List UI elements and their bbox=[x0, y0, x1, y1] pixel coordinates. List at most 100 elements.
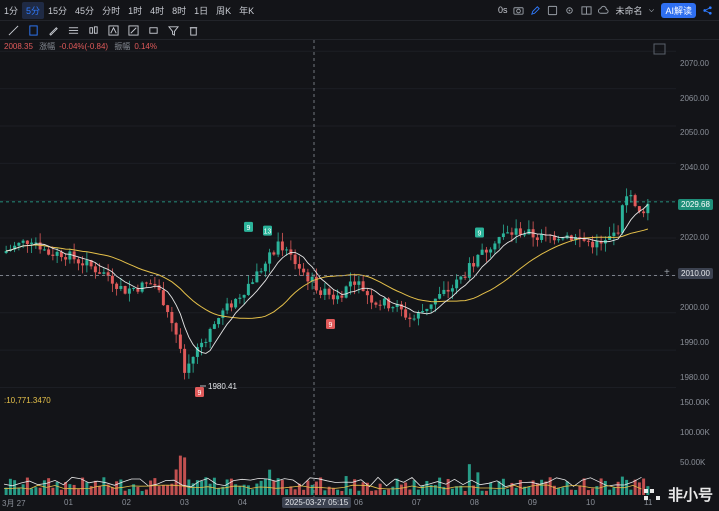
volume-bar bbox=[178, 455, 182, 495]
cursor-icon[interactable] bbox=[28, 24, 39, 36]
timeframe-timeshare[interactable]: 分时 bbox=[98, 4, 124, 17]
candle-body bbox=[586, 240, 590, 242]
volume-bar bbox=[217, 488, 221, 495]
candle-body bbox=[463, 276, 467, 278]
timeframe-4h[interactable]: 4时 bbox=[146, 4, 168, 17]
time-tick: 03 bbox=[180, 498, 189, 507]
candle-body bbox=[625, 196, 629, 206]
candle-body bbox=[489, 249, 493, 253]
timeframe-15m[interactable]: 15分 bbox=[44, 4, 71, 17]
candle-body bbox=[378, 304, 382, 306]
candle-body bbox=[183, 348, 187, 373]
share-icon[interactable] bbox=[702, 5, 713, 16]
volume-bar bbox=[183, 457, 187, 495]
camera-icon[interactable] bbox=[513, 5, 525, 16]
volume-bar bbox=[259, 480, 263, 495]
volume-bar bbox=[484, 490, 488, 495]
volume-bar bbox=[574, 489, 578, 495]
volume-bar bbox=[395, 478, 399, 495]
volume-bar bbox=[616, 481, 620, 495]
text-tool-icon[interactable] bbox=[108, 24, 119, 36]
candle-body bbox=[297, 264, 301, 269]
candle-body bbox=[123, 286, 127, 294]
measure-icon[interactable] bbox=[128, 24, 139, 36]
price-tick: 2060.00 bbox=[680, 94, 709, 103]
timeframe-1d[interactable]: 1日 bbox=[190, 4, 212, 17]
pen-icon[interactable] bbox=[48, 25, 59, 36]
volume-bar bbox=[336, 489, 340, 495]
fibonacci-icon[interactable] bbox=[68, 25, 79, 36]
eraser-icon[interactable] bbox=[148, 25, 159, 36]
candle-body bbox=[272, 252, 276, 255]
candle-body bbox=[344, 286, 348, 298]
volume-bar bbox=[59, 489, 63, 495]
candlestick-chart[interactable]: 9 9 13 9 9 1980.41 bbox=[0, 40, 676, 497]
candle-body bbox=[416, 312, 420, 319]
volume-bar bbox=[514, 487, 518, 495]
edit-icon[interactable] bbox=[530, 5, 541, 16]
volume-bar bbox=[306, 480, 310, 495]
crosshair-plus-icon[interactable]: + bbox=[664, 267, 670, 278]
fullscreen-icon[interactable] bbox=[653, 43, 666, 55]
timeframe-5m[interactable]: 5分 bbox=[22, 1, 45, 19]
volume-bar bbox=[166, 484, 170, 495]
cloud-icon bbox=[598, 5, 609, 14]
candle-body bbox=[200, 342, 204, 348]
volume-bar bbox=[603, 480, 607, 495]
timeframe-45m[interactable]: 45分 bbox=[71, 4, 98, 17]
watermark: 非小号 bbox=[643, 484, 713, 505]
candle-body bbox=[221, 310, 225, 319]
candle-body bbox=[191, 356, 195, 364]
candle-body bbox=[442, 289, 446, 294]
grid-lines bbox=[0, 50, 676, 389]
candle-body bbox=[506, 232, 510, 234]
volume-bar bbox=[212, 477, 216, 495]
timeframe-1h[interactable]: 1时 bbox=[124, 4, 146, 17]
ma-fast-line bbox=[6, 204, 649, 354]
candles-icon[interactable] bbox=[88, 25, 99, 36]
volume-bar bbox=[161, 485, 165, 495]
time-tick: 06 bbox=[354, 498, 363, 507]
timeframe-1w[interactable]: 周K bbox=[212, 4, 235, 17]
volume-bar bbox=[153, 478, 157, 495]
refresh-interval[interactable]: 0s bbox=[498, 5, 508, 15]
volume-bar bbox=[340, 490, 344, 495]
volume-bar bbox=[302, 489, 306, 495]
volume-bar bbox=[378, 483, 382, 495]
layout-icon[interactable] bbox=[581, 5, 593, 16]
gear-icon[interactable] bbox=[564, 5, 575, 16]
filter-icon[interactable] bbox=[168, 25, 179, 36]
candle-body bbox=[51, 254, 55, 256]
volume-bars bbox=[4, 455, 650, 495]
ai-interpret-button[interactable]: AI解读 bbox=[661, 2, 696, 18]
volume-bar bbox=[323, 490, 327, 495]
candle-body bbox=[374, 302, 378, 305]
time-axis[interactable]: 3月 27 01 02 03 04 2025-03-27 05:15 06 07… bbox=[0, 497, 676, 511]
volume-bar bbox=[387, 489, 391, 495]
candle-body bbox=[306, 272, 310, 282]
volume-bar bbox=[438, 477, 442, 495]
timeframe-1m[interactable]: 1分 bbox=[0, 4, 22, 17]
timeframe-8h[interactable]: 8时 bbox=[168, 4, 190, 17]
signal-marker: 9 bbox=[244, 221, 253, 232]
volume-bar bbox=[42, 480, 46, 495]
volume-bar bbox=[314, 481, 318, 495]
watermark-logo-icon bbox=[643, 488, 660, 500]
checkbox-icon[interactable] bbox=[547, 5, 558, 16]
timeframe-1y[interactable]: 年K bbox=[235, 4, 258, 17]
signal-marker-label: 9 bbox=[247, 225, 251, 232]
time-tick: 01 bbox=[64, 498, 73, 507]
candle-body bbox=[85, 260, 89, 266]
layout-name[interactable]: 未命名 bbox=[615, 4, 642, 17]
volume-bar bbox=[399, 484, 403, 495]
chevron-down-icon[interactable] bbox=[648, 5, 655, 16]
candle-body bbox=[212, 324, 216, 329]
candle-body bbox=[149, 283, 153, 285]
candle-body bbox=[119, 286, 123, 289]
volume-bar bbox=[200, 481, 204, 495]
trendline-icon[interactable] bbox=[8, 25, 19, 36]
volume-bar bbox=[608, 489, 612, 495]
signal-marker: 13 bbox=[263, 225, 272, 236]
volume-bar bbox=[76, 489, 80, 495]
trash-icon[interactable] bbox=[188, 25, 199, 36]
